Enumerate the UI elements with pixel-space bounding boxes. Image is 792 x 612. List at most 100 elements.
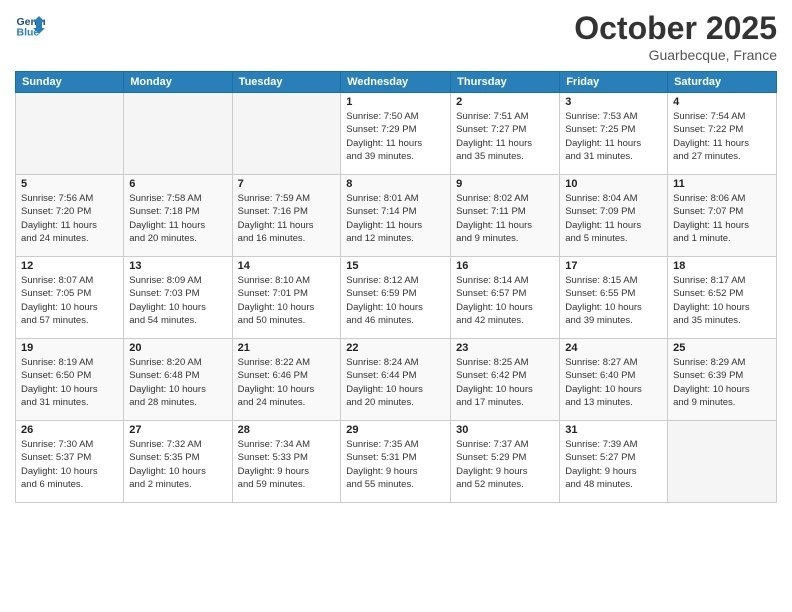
calendar-week-row: 5 Sunrise: 7:56 AM Sunset: 7:20 PM Daylig… (16, 175, 777, 257)
day-number: 11 (673, 178, 771, 190)
calendar-cell: 9Sunrise: 8:02 AM Sunset: 7:11 PM Daylig… (451, 175, 560, 257)
day-number: 22 (346, 342, 445, 354)
day-info: Sunrise: 8:17 AM Sunset: 6:52 PM Dayligh… (673, 274, 771, 327)
day-info: Sunrise: 7:59 AM Sunset: 7:16 PM Dayligh… (238, 192, 336, 245)
day-number: 29 (346, 424, 445, 436)
calendar-cell: 23 Sunrise: 8:25 AM Sunset: 6:42 PM Dayli… (451, 339, 560, 421)
calendar-cell: 18 Sunrise: 8:17 AM Sunset: 6:52 PM Dayli… (668, 257, 777, 339)
day-info: Sunrise: 8:15 AM Sunset: 6:55 PM Dayligh… (565, 274, 662, 327)
day-number: 30 (456, 424, 554, 436)
day-number: 20 (129, 342, 226, 354)
calendar-cell: 13 Sunrise: 8:09 AM Sunset: 7:03 PM Dayli… (124, 257, 232, 339)
calendar-cell: 20 Sunrise: 8:20 AM Sunset: 6:48 PM Dayli… (124, 339, 232, 421)
day-number: 31 (565, 424, 662, 436)
day-number: 18 (673, 260, 771, 272)
day-info: Sunrise: 7:35 AM Sunset: 5:31 PM Dayligh… (346, 438, 445, 491)
calendar-cell: 6Sunrise: 7:58 AM Sunset: 7:18 PM Daylig… (124, 175, 232, 257)
day-info: Sunrise: 7:39 AM Sunset: 5:27 PM Dayligh… (565, 438, 662, 491)
header-saturday: Saturday (668, 72, 777, 93)
day-info: Sunrise: 7:58 AM Sunset: 7:18 PM Dayligh… (129, 192, 226, 245)
calendar-cell: 16 Sunrise: 8:14 AM Sunset: 6:57 PM Dayli… (451, 257, 560, 339)
day-number: 17 (565, 260, 662, 272)
day-info: Sunrise: 8:20 AM Sunset: 6:48 PM Dayligh… (129, 356, 226, 409)
logo-icon: General Blue (15, 10, 45, 40)
day-info: Sunrise: 8:04 AM Sunset: 7:09 PM Dayligh… (565, 192, 662, 245)
calendar-cell: 10Sunrise: 8:04 AM Sunset: 7:09 PM Dayli… (560, 175, 668, 257)
calendar-cell (668, 421, 777, 503)
day-info: Sunrise: 7:37 AM Sunset: 5:29 PM Dayligh… (456, 438, 554, 491)
calendar-cell: 5 Sunrise: 7:56 AM Sunset: 7:20 PM Daylig… (16, 175, 124, 257)
day-number: 2 (456, 96, 554, 108)
day-number: 1 (346, 96, 445, 108)
calendar-cell: 29 Sunrise: 7:35 AM Sunset: 5:31 PM Dayli… (341, 421, 451, 503)
calendar-cell: 22 Sunrise: 8:24 AM Sunset: 6:44 PM Dayli… (341, 339, 451, 421)
location: Guarbecque, France (574, 47, 777, 63)
day-info: Sunrise: 8:06 AM Sunset: 7:07 PM Dayligh… (673, 192, 771, 245)
calendar-cell: 30 Sunrise: 7:37 AM Sunset: 5:29 PM Dayli… (451, 421, 560, 503)
day-info: Sunrise: 8:09 AM Sunset: 7:03 PM Dayligh… (129, 274, 226, 327)
header-tuesday: Tuesday (232, 72, 341, 93)
header-friday: Friday (560, 72, 668, 93)
calendar-cell (16, 93, 124, 175)
calendar-cell: 31 Sunrise: 7:39 AM Sunset: 5:27 PM Dayli… (560, 421, 668, 503)
calendar-cell (232, 93, 341, 175)
day-info: Sunrise: 8:24 AM Sunset: 6:44 PM Dayligh… (346, 356, 445, 409)
day-number: 27 (129, 424, 226, 436)
day-info: Sunrise: 7:50 AM Sunset: 7:29 PM Dayligh… (346, 110, 445, 163)
calendar-cell: 11 Sunrise: 8:06 AM Sunset: 7:07 PM Dayli… (668, 175, 777, 257)
calendar-cell: 15Sunrise: 8:12 AM Sunset: 6:59 PM Dayli… (341, 257, 451, 339)
calendar-cell: 19 Sunrise: 8:19 AM Sunset: 6:50 PM Dayli… (16, 339, 124, 421)
header-wednesday: Wednesday (341, 72, 451, 93)
day-info: Sunrise: 8:19 AM Sunset: 6:50 PM Dayligh… (21, 356, 118, 409)
day-info: Sunrise: 8:25 AM Sunset: 6:42 PM Dayligh… (456, 356, 554, 409)
day-info: Sunrise: 7:34 AM Sunset: 5:33 PM Dayligh… (238, 438, 336, 491)
title-block: October 2025 Guarbecque, France (574, 10, 777, 63)
day-info: Sunrise: 7:53 AM Sunset: 7:25 PM Dayligh… (565, 110, 662, 163)
day-info: Sunrise: 8:07 AM Sunset: 7:05 PM Dayligh… (21, 274, 118, 327)
day-number: 13 (129, 260, 226, 272)
day-number: 23 (456, 342, 554, 354)
calendar-cell: 8 Sunrise: 8:01 AM Sunset: 7:14 PM Daylig… (341, 175, 451, 257)
header: General Blue October 2025 Guarbecque, Fr… (15, 10, 777, 63)
calendar-table: Sunday Monday Tuesday Wednesday Thursday… (15, 71, 777, 503)
day-number: 14 (238, 260, 336, 272)
calendar-cell: 24 Sunrise: 8:27 AM Sunset: 6:40 PM Dayli… (560, 339, 668, 421)
day-number: 24 (565, 342, 662, 354)
day-info: Sunrise: 7:32 AM Sunset: 5:35 PM Dayligh… (129, 438, 226, 491)
day-number: 4 (673, 96, 771, 108)
day-info: Sunrise: 7:30 AM Sunset: 5:37 PM Dayligh… (21, 438, 118, 491)
day-info: Sunrise: 7:56 AM Sunset: 7:20 PM Dayligh… (21, 192, 118, 245)
day-number: 8 (346, 178, 445, 190)
header-sunday: Sunday (16, 72, 124, 93)
calendar-cell: 7 Sunrise: 7:59 AM Sunset: 7:16 PM Daylig… (232, 175, 341, 257)
calendar-week-row: 1 Sunrise: 7:50 AM Sunset: 7:29 PM Daylig… (16, 93, 777, 175)
day-info: Sunrise: 8:27 AM Sunset: 6:40 PM Dayligh… (565, 356, 662, 409)
calendar-cell: 12 Sunrise: 8:07 AM Sunset: 7:05 PM Dayli… (16, 257, 124, 339)
header-monday: Monday (124, 72, 232, 93)
day-info: Sunrise: 8:12 AM Sunset: 6:59 PM Dayligh… (346, 274, 445, 327)
calendar-cell: 17 Sunrise: 8:15 AM Sunset: 6:55 PM Dayli… (560, 257, 668, 339)
calendar-page: General Blue October 2025 Guarbecque, Fr… (0, 0, 792, 612)
calendar-week-row: 26 Sunrise: 7:30 AM Sunset: 5:37 PM Dayli… (16, 421, 777, 503)
calendar-cell: 27 Sunrise: 7:32 AM Sunset: 5:35 PM Dayli… (124, 421, 232, 503)
day-number: 5 (21, 178, 118, 190)
day-info: Sunrise: 8:14 AM Sunset: 6:57 PM Dayligh… (456, 274, 554, 327)
weekday-header-row: Sunday Monday Tuesday Wednesday Thursday… (16, 72, 777, 93)
day-info: Sunrise: 7:51 AM Sunset: 7:27 PM Dayligh… (456, 110, 554, 163)
day-number: 21 (238, 342, 336, 354)
day-number: 12 (21, 260, 118, 272)
calendar-cell: 2 Sunrise: 7:51 AM Sunset: 7:27 PM Daylig… (451, 93, 560, 175)
day-number: 16 (456, 260, 554, 272)
day-info: Sunrise: 8:01 AM Sunset: 7:14 PM Dayligh… (346, 192, 445, 245)
calendar-cell: 21Sunrise: 8:22 AM Sunset: 6:46 PM Dayli… (232, 339, 341, 421)
day-number: 26 (21, 424, 118, 436)
calendar-cell: 4 Sunrise: 7:54 AM Sunset: 7:22 PM Daylig… (668, 93, 777, 175)
calendar-cell (124, 93, 232, 175)
day-info: Sunrise: 7:54 AM Sunset: 7:22 PM Dayligh… (673, 110, 771, 163)
day-number: 19 (21, 342, 118, 354)
day-info: Sunrise: 8:10 AM Sunset: 7:01 PM Dayligh… (238, 274, 336, 327)
calendar-cell: 28Sunrise: 7:34 AM Sunset: 5:33 PM Dayli… (232, 421, 341, 503)
calendar-cell: 25Sunrise: 8:29 AM Sunset: 6:39 PM Dayli… (668, 339, 777, 421)
day-number: 9 (456, 178, 554, 190)
day-number: 7 (238, 178, 336, 190)
